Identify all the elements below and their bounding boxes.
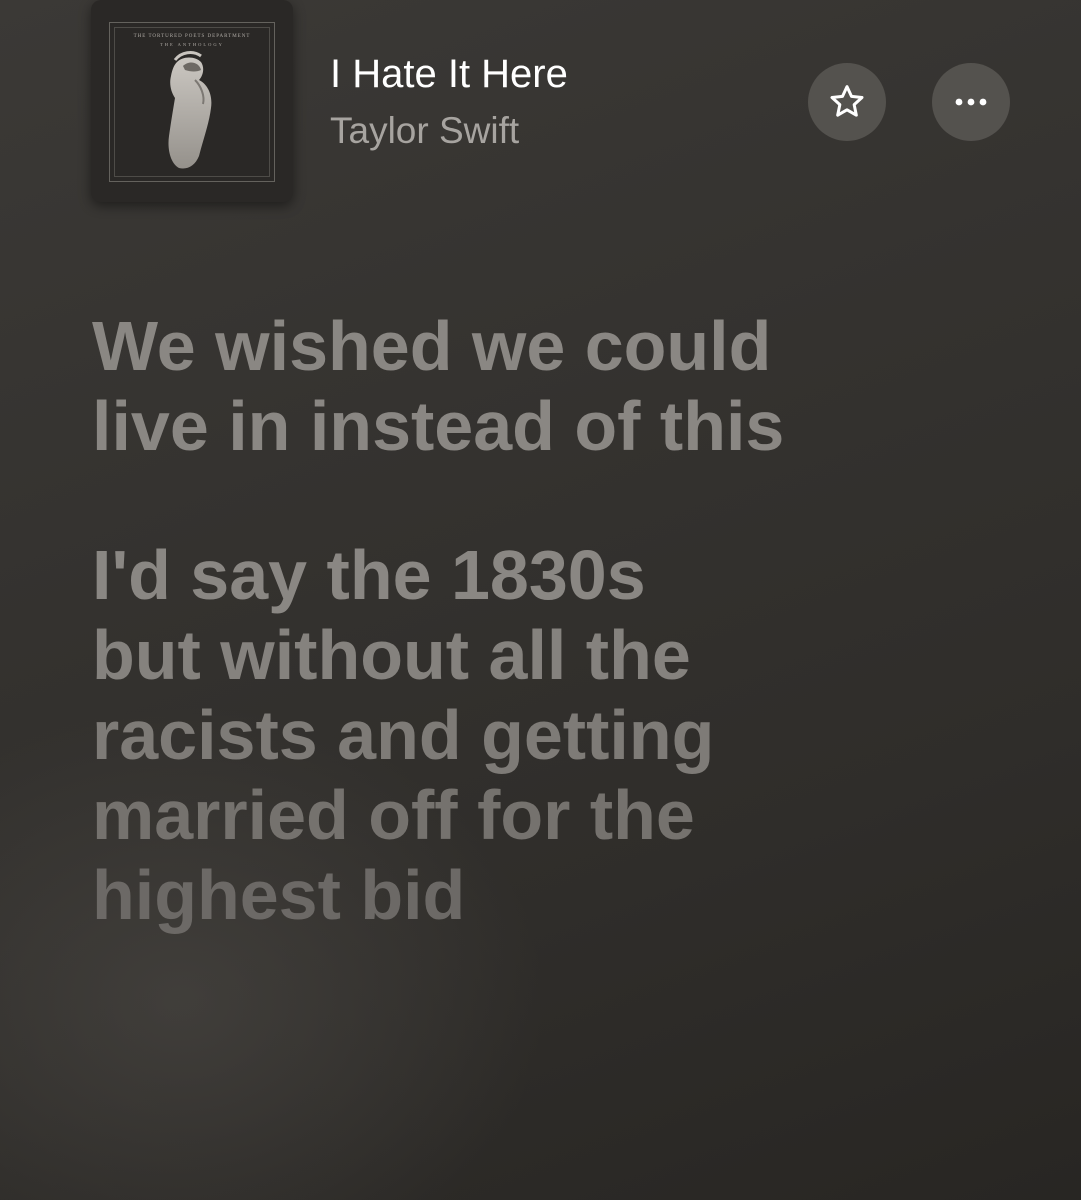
lyric-stanza[interactable]: We wished we could live in instead of th… bbox=[92, 306, 1052, 466]
artist-name[interactable]: Taylor Swift bbox=[330, 110, 519, 152]
lyric-line[interactable]: highest bid bbox=[92, 855, 1052, 935]
now-playing-header: THE TORTURED POETS DEPARTMENT THE ANTHOL… bbox=[0, 0, 1081, 210]
favorite-button[interactable] bbox=[808, 63, 886, 141]
star-outline-icon bbox=[830, 85, 864, 117]
lyrics-view[interactable]: We wished we could live in instead of th… bbox=[92, 306, 1052, 1004]
lyric-line[interactable]: We wished we could bbox=[92, 306, 1052, 386]
artwork-figure-image bbox=[168, 51, 212, 169]
lyric-line[interactable]: live in instead of this bbox=[92, 386, 1052, 466]
song-title: I Hate It Here bbox=[330, 52, 568, 96]
lyric-line[interactable]: racists and getting bbox=[92, 695, 1052, 775]
lyric-stanza[interactable]: I'd say the 1830s but without all the ra… bbox=[92, 535, 1052, 935]
ellipsis-icon bbox=[955, 98, 987, 106]
album-artwork[interactable]: THE TORTURED POETS DEPARTMENT THE ANTHOL… bbox=[91, 0, 293, 202]
lyric-line[interactable]: married off for the bbox=[92, 775, 1052, 855]
lyric-line[interactable]: but without all the bbox=[92, 615, 1052, 695]
more-options-button[interactable] bbox=[932, 63, 1010, 141]
lyric-line[interactable]: I'd say the 1830s bbox=[92, 535, 1052, 615]
